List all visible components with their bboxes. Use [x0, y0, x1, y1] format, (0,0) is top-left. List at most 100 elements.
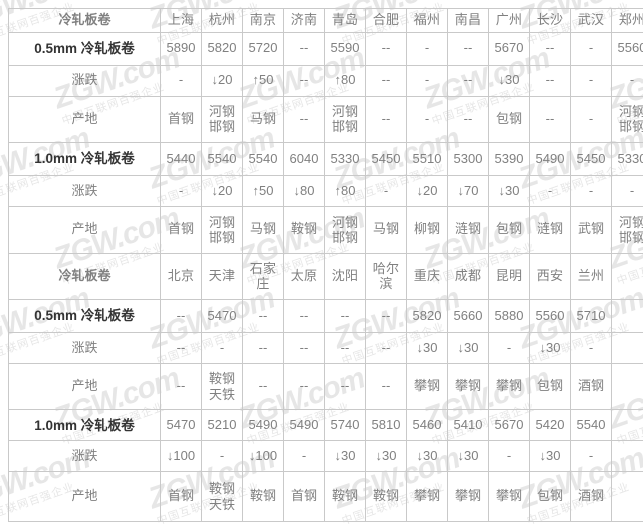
- table-row: 产地 首钢 河钢 邯钢 马钢 鞍钢 河钢 邯钢 马钢 柳钢 涟钢 包钢 涟钢 武钢 河钢 邯钢: [8, 206, 643, 254]
- change-cell-flat: -: [570, 332, 612, 364]
- origin-cell: 攀钢: [488, 362, 530, 411]
- origin-cell: 攀钢: [447, 362, 489, 411]
- city-header-11: 郑州: [611, 8, 643, 33]
- city-header-6: 福州: [406, 8, 448, 33]
- change-cell-down: ↓20: [201, 64, 243, 97]
- row-label-origin: 产地: [8, 362, 161, 411]
- empty-cell: [611, 409, 643, 442]
- price-cell: 5390: [488, 142, 530, 177]
- origin-cell: 鞍钢: [365, 471, 407, 522]
- row-label-origin: 产地: [8, 95, 161, 144]
- city-header-10: 武汉: [570, 8, 612, 33]
- origin-cell: 鞍钢: [283, 206, 325, 254]
- price-cell: --: [242, 298, 284, 334]
- change-cell-down: ↓30: [447, 440, 489, 473]
- city-header-10: 兰州: [570, 252, 612, 300]
- price-cell: 5540: [570, 409, 612, 442]
- change-cell-flat: -: [365, 175, 407, 208]
- origin-cell: 柳钢: [406, 206, 448, 254]
- price-cell: 5710: [570, 298, 612, 334]
- city-header-0: 上海: [160, 8, 202, 33]
- origin-cell: 河钢 邯钢: [201, 95, 243, 144]
- origin-cell: --: [160, 362, 202, 411]
- change-cell-flat: -: [488, 440, 530, 473]
- price-cell: 5470: [201, 298, 243, 334]
- change-cell-flat: -: [570, 64, 612, 97]
- empty-cell: [611, 332, 643, 364]
- price-cell: 5540: [242, 142, 284, 177]
- price-cell: 5300: [447, 142, 489, 177]
- price-cell: 5720: [242, 31, 284, 66]
- origin-cell: 包钢: [529, 471, 571, 522]
- origin-cell: 河钢 邯钢: [324, 95, 366, 144]
- empty-cell: [611, 362, 643, 411]
- origin-cell: 马钢: [242, 95, 284, 144]
- row-label-price: 0.5mm 冷轧板卷: [8, 31, 161, 66]
- change-cell-flat: --: [242, 332, 284, 364]
- price-cell: --: [283, 298, 325, 334]
- price-cell: --: [283, 31, 325, 66]
- city-header-2: 南京: [242, 8, 284, 33]
- origin-cell: 攀钢: [447, 471, 489, 522]
- empty-cell: [611, 298, 643, 334]
- change-cell-down: ↓30: [529, 332, 571, 364]
- empty-cell: [611, 252, 643, 300]
- change-cell-flat: --: [160, 332, 202, 364]
- change-cell-flat: -: [611, 175, 643, 208]
- origin-cell: 涟钢: [529, 206, 571, 254]
- change-cell-down: ↓30: [529, 440, 571, 473]
- origin-cell: 包钢: [488, 95, 530, 144]
- origin-cell: 首钢: [160, 471, 202, 522]
- city-header-8: 广州: [488, 8, 530, 33]
- price-cell: 5440: [160, 142, 202, 177]
- city-header-5: 合肥: [365, 8, 407, 33]
- price-cell: 5450: [570, 142, 612, 177]
- origin-cell: 河钢 邯钢: [201, 206, 243, 254]
- price-cell: 5890: [160, 31, 202, 66]
- change-cell-flat: --: [283, 332, 325, 364]
- city-header-7: 南昌: [447, 8, 489, 33]
- change-cell-flat: --: [447, 64, 489, 97]
- city-header-4: 沈阳: [324, 252, 366, 300]
- row-label-price: 1.0mm 冷轧板卷: [8, 409, 161, 442]
- origin-cell: 鞍钢: [242, 471, 284, 522]
- change-cell-down: ↓30: [324, 440, 366, 473]
- row-label-price: 1.0mm 冷轧板卷: [8, 142, 161, 177]
- price-cell: --: [365, 298, 407, 334]
- origin-cell: --: [283, 95, 325, 144]
- price-cell: 5420: [529, 409, 571, 442]
- price-cell: 5210: [201, 409, 243, 442]
- change-cell-down: ↓80: [283, 175, 325, 208]
- price-table-sheet: ZGW.com中国互联网百强企业ZGW.com中国互联网百强企业ZGW.com中…: [0, 0, 643, 528]
- table-container: 冷轧板卷 上海 杭州 南京 济南 青岛 合肥 福州 南昌 广州 长沙 武汉 郑州 0.5mm 冷轧板卷 58…: [0, 0, 643, 528]
- origin-cell: 河钢 邯钢: [324, 206, 366, 254]
- origin-cell: --: [365, 95, 407, 144]
- change-cell-flat: --: [529, 64, 571, 97]
- origin-cell: --: [447, 95, 489, 144]
- origin-cell: 马钢: [365, 206, 407, 254]
- empty-cell: [611, 471, 643, 522]
- price-cell: --: [529, 31, 571, 66]
- price-cell: 5670: [488, 31, 530, 66]
- origin-cell: 首钢: [160, 206, 202, 254]
- table-header-row: 冷轧板卷 上海 杭州 南京 济南 青岛 合肥 福州 南昌 广州 长沙 武汉 郑州: [8, 8, 643, 33]
- row-label-origin: 产地: [8, 471, 161, 522]
- price-cell: 5330: [611, 142, 643, 177]
- table-row: 1.0mm 冷轧板卷 5440 5540 5540 6040 5330 5450 5510 53…: [8, 142, 643, 177]
- cold-rolled-coil-price-table: 冷轧板卷 上海 杭州 南京 济南 青岛 合肥 福州 南昌 广州 长沙 武汉 郑州 0.5mm 冷轧板卷 58…: [8, 8, 643, 522]
- price-cell: 5410: [447, 409, 489, 442]
- change-cell-flat: -: [201, 332, 243, 364]
- table-row: 产地 首钢 鞍钢 天铁 鞍钢 首钢 鞍钢 鞍钢 攀钢 攀钢 攀钢 包钢 酒钢: [8, 471, 643, 522]
- city-header-5: 哈尔滨: [365, 252, 407, 300]
- change-cell-flat: --: [283, 64, 325, 97]
- change-cell-down: ↓30: [488, 175, 530, 208]
- origin-cell: 攀钢: [406, 362, 448, 411]
- city-header-9: 长沙: [529, 8, 571, 33]
- change-cell-up: ↑50: [242, 175, 284, 208]
- price-cell: 5560: [611, 31, 643, 66]
- origin-cell: --: [365, 362, 407, 411]
- city-header-9: 西安: [529, 252, 571, 300]
- origin-cell: 马钢: [242, 206, 284, 254]
- origin-cell: 包钢: [529, 362, 571, 411]
- city-header-0: 北京: [160, 252, 202, 300]
